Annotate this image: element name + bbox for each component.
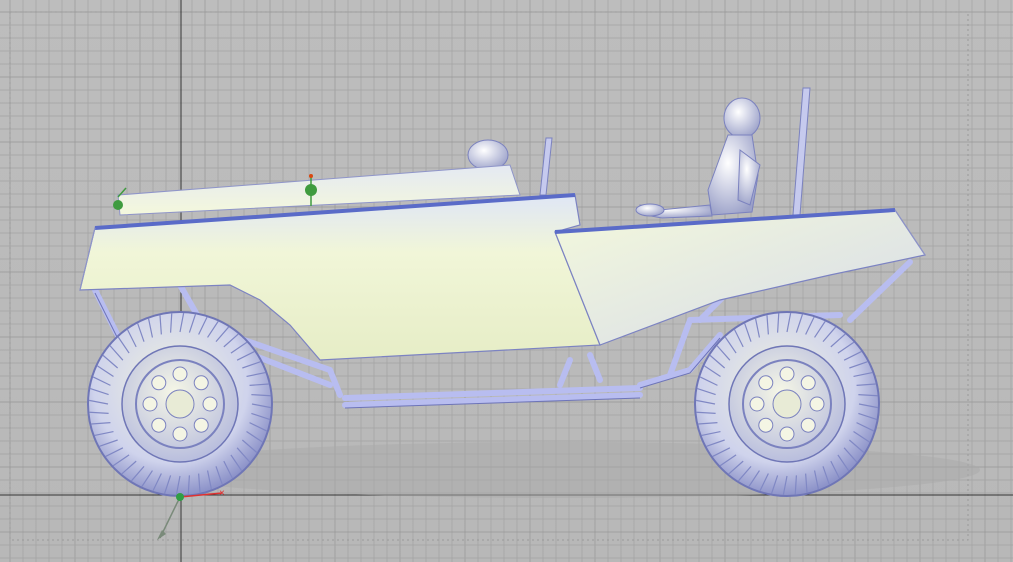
vehicle-model[interactable]: × [0,0,1013,562]
bolt-hole [193,375,209,391]
driver-figure[interactable] [635,97,761,219]
bolt-hole [151,417,167,433]
bolt-hole [779,366,795,382]
bolt-hole [142,396,158,412]
rear-wheel[interactable] [694,311,880,497]
bolt-hole [758,375,774,391]
bolt-hole [172,366,188,382]
bolt-hole [800,375,816,391]
bolt-hole [172,426,188,442]
bolt-hole [809,396,825,412]
rear-pole[interactable] [539,87,811,216]
bolt-hole [193,417,209,433]
front-wheel[interactable] [87,311,273,497]
bolt-hole [749,396,765,412]
bolt-hole [202,396,218,412]
svg-text:×: × [219,488,225,499]
cad-viewport[interactable]: × [0,0,1013,562]
bolt-hole [800,417,816,433]
bolt-hole [779,426,795,442]
bolt-hole [151,375,167,391]
bolt-hole [758,417,774,433]
